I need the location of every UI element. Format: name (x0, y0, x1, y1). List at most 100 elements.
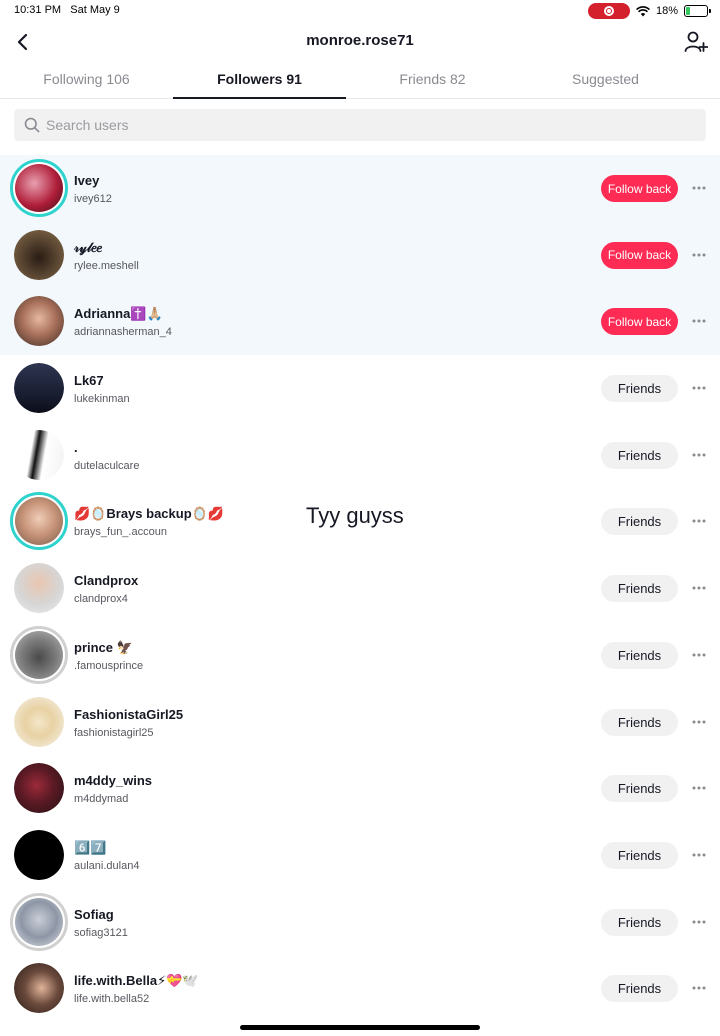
user-display-name: 𝓇𝓎𝓁𝑒𝑒 (74, 239, 102, 255)
list-item[interactable]: prince 🦅 .famousprince Friends (0, 622, 720, 689)
friends-button[interactable]: Friends (601, 908, 678, 936)
status-time: 10:31 PM Sat May 9 (14, 4, 120, 16)
follow-back-button[interactable]: Follow back (601, 308, 678, 336)
user-display-name: Sofiag (74, 906, 114, 922)
avatar[interactable] (14, 696, 64, 747)
friends-button[interactable]: Friends (601, 441, 678, 469)
user-handle: brays_fun_.accoun (74, 526, 167, 539)
more-options-button[interactable] (688, 711, 710, 733)
more-options-button[interactable] (688, 310, 710, 332)
list-item[interactable]: 6️⃣7️⃣ aulani.dulan4 Friends (0, 822, 720, 889)
more-options-button[interactable] (688, 577, 710, 599)
tab-bar: Following 106 Followers 91 Friends 82 Su… (0, 62, 720, 99)
more-icon (692, 453, 706, 457)
nav-bar: monroe.rose71 (0, 22, 720, 62)
avatar[interactable] (14, 429, 64, 480)
list-item[interactable]: Sofiag sofiag3121 Friends (0, 889, 720, 956)
add-friend-button[interactable] (680, 26, 712, 58)
more-icon (692, 986, 706, 990)
user-handle: m4ddymad (74, 793, 129, 806)
avatar[interactable] (10, 892, 68, 951)
follow-back-button[interactable]: Follow back (601, 175, 678, 202)
search-input[interactable] (46, 117, 646, 133)
tab-friends[interactable]: Friends 82 (346, 62, 519, 98)
overlay-text: Tyy guyss (306, 503, 404, 528)
more-options-button[interactable] (688, 377, 710, 399)
avatar[interactable] (14, 763, 64, 814)
list-item[interactable]: 𝓇𝓎𝓁𝑒𝑒 rylee.meshell Follow back (0, 221, 720, 289)
more-icon (692, 920, 706, 924)
user-handle: fashionistagirl25 (74, 726, 154, 739)
user-handle: life.with.bella52 (74, 993, 150, 1006)
avatar[interactable] (14, 229, 64, 280)
user-display-name: life.with.Bella⚡💝🕊️ (74, 973, 199, 989)
list-item[interactable]: m4ddy_wins m4ddymad Friends (0, 755, 720, 822)
list-item[interactable]: . dutelaculcare Friends (0, 422, 720, 489)
more-icon (692, 786, 706, 790)
more-icon (692, 653, 706, 657)
user-display-name: Lk67 (74, 373, 104, 389)
more-icon (692, 853, 706, 857)
home-indicator[interactable] (240, 1025, 480, 1030)
user-display-name: Ivey (74, 173, 100, 188)
friends-button[interactable]: Friends (601, 775, 678, 803)
avatar[interactable] (14, 563, 64, 614)
user-display-name: FashionistaGirl25 (74, 706, 184, 722)
friends-button[interactable]: Friends (601, 841, 678, 869)
user-handle: lukekinman (74, 393, 130, 406)
more-options-button[interactable] (688, 444, 710, 466)
friends-button[interactable]: Friends (601, 708, 678, 736)
screen-recording-icon (587, 3, 630, 19)
friends-button[interactable]: Friends (601, 375, 678, 403)
more-icon (692, 586, 706, 590)
more-options-button[interactable] (688, 644, 710, 666)
more-options-button[interactable] (688, 177, 710, 199)
tab-followers[interactable]: Followers 91 (173, 62, 346, 99)
more-options-button[interactable] (688, 844, 710, 866)
user-display-name: 💋🪞Brays backup🪞💋 (74, 506, 225, 522)
user-display-name: prince 🦅 (74, 639, 133, 655)
battery-percent: 18% (655, 5, 678, 17)
avatar[interactable] (14, 296, 64, 347)
user-handle: aulani.dulan4 (74, 859, 140, 872)
more-icon (692, 519, 706, 523)
page-title: monroe.rose71 (306, 32, 414, 49)
list-item[interactable]: FashionistaGirl25 fashionistagirl25 Frie… (0, 689, 720, 756)
follow-back-button[interactable]: Follow back (601, 241, 678, 269)
friends-button[interactable]: Friends (601, 575, 678, 603)
avatar[interactable] (14, 829, 64, 880)
user-display-name: Clandprox (74, 573, 139, 589)
tab-suggested[interactable]: Suggested (519, 62, 692, 98)
more-options-button[interactable] (688, 244, 710, 266)
friends-button[interactable]: Friends (601, 508, 678, 536)
tab-following[interactable]: Following 106 (0, 62, 173, 98)
avatar[interactable] (10, 625, 68, 684)
list-item[interactable]: Adrianna✝️🙏🏼 adriannasherman_4 Follow ba… (0, 288, 720, 356)
avatar[interactable] (14, 963, 64, 1014)
more-options-button[interactable] (688, 911, 710, 933)
user-display-name: m4ddy_wins (74, 773, 153, 789)
more-options-button[interactable] (688, 777, 710, 799)
user-handle: .famousprince (74, 659, 144, 672)
more-icon (692, 319, 706, 323)
avatar[interactable] (14, 363, 64, 414)
user-handle: sofiag3121 (74, 926, 128, 939)
more-icon (692, 386, 706, 390)
list-item[interactable]: life.with.Bella⚡💝🕊️ life.with.bella52 Fr… (0, 955, 720, 1022)
friends-button[interactable]: Friends (601, 641, 678, 669)
more-options-button[interactable] (688, 510, 710, 532)
user-display-name: . (74, 439, 78, 455)
status-indicators: 18% (587, 2, 711, 20)
list-item[interactable]: Clandprox clandprox4 Friends (0, 555, 720, 622)
user-display-name: Adrianna✝️🙏🏼 (74, 306, 163, 322)
user-handle: adriannasherman_4 (74, 326, 172, 339)
more-options-button[interactable] (688, 977, 710, 999)
user-handle: rylee.meshell (74, 259, 139, 272)
friends-button[interactable]: Friends (601, 975, 678, 1003)
search-bar[interactable] (14, 109, 706, 141)
avatar[interactable] (10, 492, 68, 551)
list-item[interactable]: Lk67 lukekinman Friends (0, 355, 720, 422)
avatar[interactable] (10, 159, 68, 217)
list-item[interactable]: Ivey ivey612 Follow back (0, 155, 720, 222)
battery-icon (684, 5, 711, 17)
